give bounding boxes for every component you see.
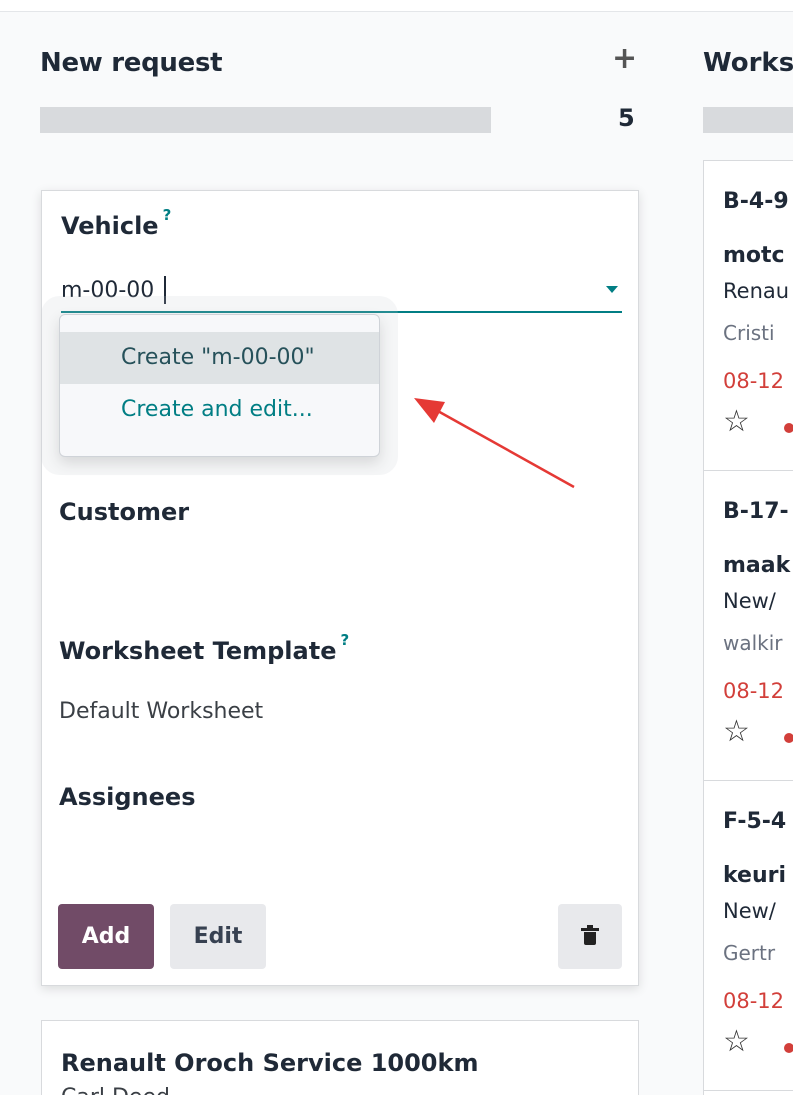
vehicle-input[interactable] bbox=[61, 270, 622, 313]
top-divider bbox=[0, 0, 793, 12]
kanban-card-list: B-4-9 motc Renau Cristi 08-12 ☆ B-17- ma… bbox=[703, 160, 793, 1095]
card-vehicle: New/ bbox=[723, 589, 776, 613]
star-icon[interactable]: ☆ bbox=[723, 407, 750, 437]
vehicle-label-text: Vehicle bbox=[61, 212, 159, 240]
help-icon[interactable]: ? bbox=[163, 206, 172, 224]
delete-button[interactable] bbox=[558, 904, 622, 969]
trash-icon bbox=[581, 925, 599, 945]
card-date: 08-12 bbox=[723, 679, 785, 703]
plus-icon[interactable]: + bbox=[612, 44, 637, 74]
kanban-card[interactable]: Renault Oroch Service 1000km Carl Deed..… bbox=[41, 1020, 639, 1095]
card-vehicle: New/ bbox=[723, 899, 776, 923]
card-subtitle: Carl Deed... bbox=[61, 1085, 191, 1095]
card-reference: B-17- bbox=[723, 499, 789, 524]
column-progress-bar[interactable] bbox=[40, 107, 491, 133]
autocomplete-dropdown: Create "m-00-00" Create and edit... bbox=[59, 314, 380, 457]
card-name: maak bbox=[723, 553, 791, 578]
priority-dot bbox=[784, 423, 793, 433]
card-name: keuri bbox=[723, 863, 787, 888]
assignees-label: Assignees bbox=[59, 783, 196, 811]
priority-dot bbox=[784, 733, 793, 743]
create-option[interactable]: Create "m-00-00" bbox=[60, 332, 379, 384]
star-icon[interactable]: ☆ bbox=[723, 717, 750, 747]
worksheet-template-value[interactable]: Default Worksheet bbox=[59, 699, 263, 724]
kanban-card[interactable]: F-5-4 keuri New/ Gertr 08-12 ☆ bbox=[704, 781, 793, 1091]
card-reference: B-4-9 bbox=[723, 189, 789, 214]
add-button[interactable]: Add bbox=[58, 904, 154, 969]
card-customer: walkir bbox=[723, 631, 783, 655]
create-and-edit-option[interactable]: Create and edit... bbox=[60, 384, 379, 436]
card-customer: Cristi bbox=[723, 321, 775, 345]
text-cursor bbox=[164, 276, 166, 304]
priority-dot bbox=[784, 1043, 793, 1053]
column-title: New request bbox=[40, 48, 223, 78]
card-customer: Gertr bbox=[723, 941, 776, 965]
vehicle-label: Vehicle? bbox=[61, 206, 171, 240]
kanban-card[interactable]: B-4-9 motc Renau Cristi 08-12 ☆ bbox=[704, 161, 793, 471]
kanban-view: New request + 5 Vehicle? Create "m-00-00… bbox=[0, 0, 793, 1095]
column-count: 5 bbox=[618, 104, 635, 132]
worksheet-template-label: Worksheet Template? bbox=[59, 631, 349, 665]
card-title: Renault Oroch Service 1000km bbox=[61, 1049, 479, 1077]
customer-label: Customer bbox=[59, 498, 190, 526]
help-icon[interactable]: ? bbox=[340, 631, 349, 649]
card-date: 08-12 bbox=[723, 989, 785, 1013]
card-reference: F-5-4 bbox=[723, 809, 787, 834]
edit-button[interactable]: Edit bbox=[170, 904, 266, 969]
card-name: motc bbox=[723, 243, 785, 268]
star-icon[interactable]: ☆ bbox=[723, 1027, 750, 1057]
card-vehicle: Renau bbox=[723, 279, 790, 303]
kanban-card[interactable]: B-17- maak New/ walkir 08-12 ☆ bbox=[704, 471, 793, 781]
worksheet-template-label-text: Worksheet Template bbox=[59, 637, 337, 665]
column-title: Works bbox=[703, 48, 793, 78]
chevron-down-icon[interactable] bbox=[606, 286, 618, 293]
card-date: 08-12 bbox=[723, 369, 785, 393]
column-progress-bar[interactable] bbox=[703, 107, 793, 133]
